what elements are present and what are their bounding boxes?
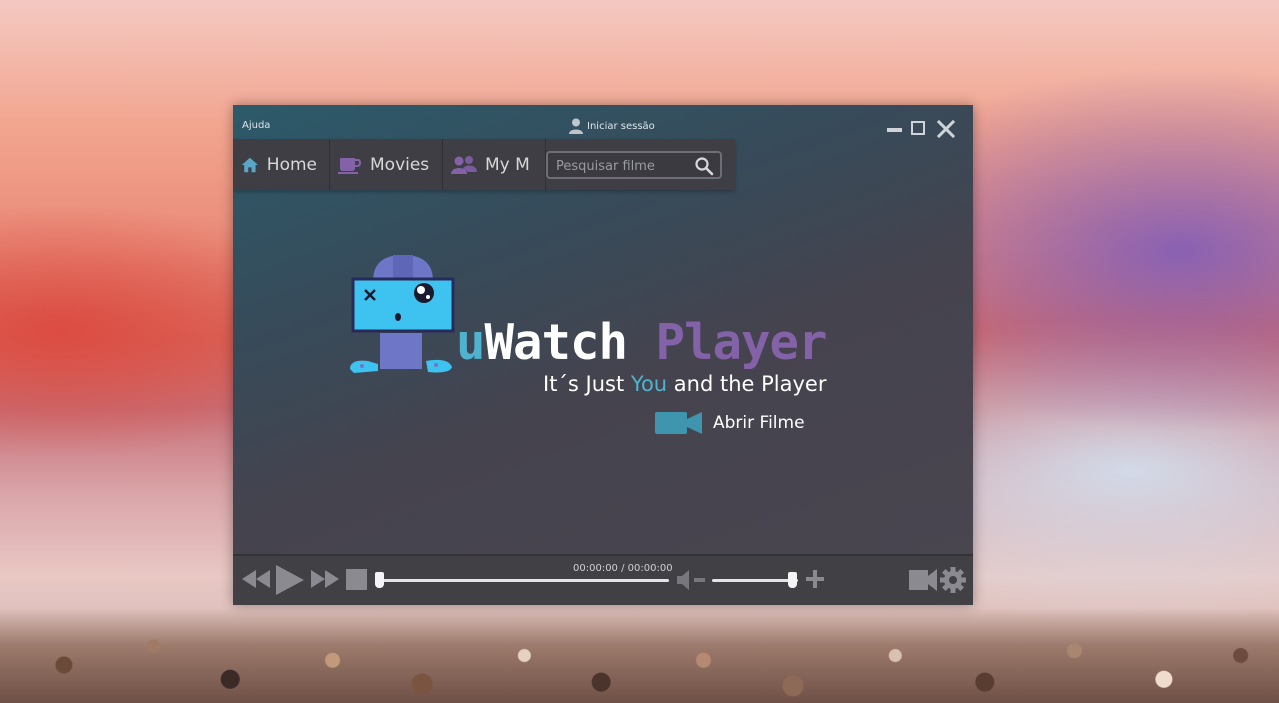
video-camera-icon: [655, 412, 702, 434]
brand-u: u: [456, 314, 485, 371]
rewind-icon[interactable]: [242, 570, 270, 588]
fast-forward-icon[interactable]: [311, 570, 339, 588]
nav-home[interactable]: Home: [233, 139, 330, 190]
users-icon: [451, 155, 477, 174]
volume-bar[interactable]: [712, 579, 798, 582]
brand-player: Player: [655, 314, 828, 371]
video-camera-icon[interactable]: [909, 568, 937, 592]
login-link[interactable]: Iniciar sessão: [569, 118, 655, 134]
nav-home-label: Home: [266, 154, 317, 175]
settings-gear-icon[interactable]: [940, 567, 966, 593]
mute-icon[interactable]: [677, 570, 707, 590]
minimize-icon[interactable]: [887, 128, 902, 132]
search-input[interactable]: [554, 156, 692, 176]
open-movie-label: Abrir Filme: [713, 413, 805, 433]
time-display: 00:00:00 / 00:00:00: [573, 563, 673, 574]
seek-handle[interactable]: [374, 572, 384, 588]
volume-up-icon[interactable]: [805, 569, 825, 589]
stop-icon[interactable]: [346, 569, 367, 590]
home-icon: [241, 157, 258, 172]
brand-logo: uWatch Player It´s Just You and the Play…: [348, 253, 838, 396]
brand-tagline: It´s Just You and the Player: [543, 372, 826, 396]
background-pebbles: [0, 608, 1279, 703]
help-link[interactable]: Ajuda: [242, 120, 270, 131]
close-icon[interactable]: [936, 119, 956, 139]
user-icon: [569, 118, 583, 134]
tagline-you: You: [630, 372, 668, 396]
brand-wordmark: uWatch Player: [456, 318, 828, 367]
nav-movies[interactable]: Movies: [330, 139, 443, 190]
nav-my-movies-label: My M: [485, 154, 530, 175]
robot-mascot-icon: [350, 255, 455, 373]
tagline-pre: It´s Just: [543, 372, 631, 396]
open-movie-button[interactable]: Abrir Filme: [655, 412, 805, 434]
play-icon[interactable]: [276, 565, 304, 595]
cup-icon: [338, 157, 362, 174]
uwatch-player-window: Ajuda Iniciar sessão Home Movies My M Pe…: [233, 105, 973, 605]
volume-handle[interactable]: [788, 572, 798, 588]
tagline-post: and the Player: [667, 372, 827, 396]
search-icon[interactable]: [694, 156, 714, 176]
nav-movies-label: Movies: [370, 154, 430, 175]
maximize-icon[interactable]: [911, 121, 925, 135]
brand-watch: Watch: [484, 314, 629, 371]
playback-controls: 00:00:00 / 00:00:00: [233, 554, 973, 605]
title-bar: Ajuda Iniciar sessão: [233, 105, 973, 139]
nav-my-movies[interactable]: My M: [443, 139, 546, 190]
seek-bar[interactable]: [379, 579, 669, 582]
login-label: Iniciar sessão: [587, 120, 655, 132]
search-box: [546, 151, 722, 179]
main-nav: Home Movies My M: [233, 139, 735, 190]
